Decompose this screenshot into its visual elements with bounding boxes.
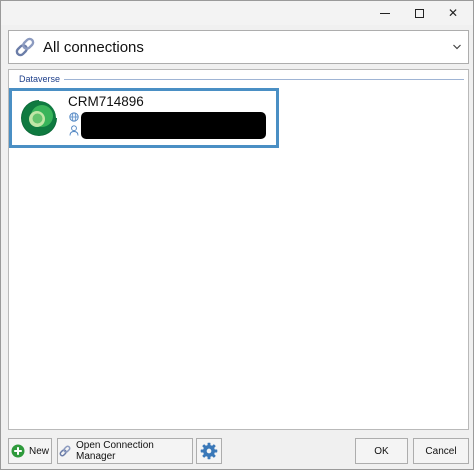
maximize-icon bbox=[414, 8, 424, 18]
new-button-label: New bbox=[28, 445, 49, 457]
link-icon bbox=[15, 37, 35, 57]
settings-button[interactable] bbox=[196, 438, 222, 464]
minimize-icon bbox=[380, 12, 390, 14]
globe-icon bbox=[69, 112, 79, 122]
connection-name: CRM714896 bbox=[68, 94, 144, 109]
ok-button-label: OK bbox=[374, 445, 389, 457]
group-label: Dataverse bbox=[19, 74, 61, 84]
close-icon: ✕ bbox=[447, 6, 459, 20]
new-connection-button[interactable]: New bbox=[8, 438, 52, 464]
connection-item[interactable]: CRM714896 bbox=[9, 88, 279, 148]
title-bar: ✕ bbox=[1, 1, 473, 25]
add-icon bbox=[11, 444, 25, 458]
cancel-button-label: Cancel bbox=[425, 445, 457, 457]
user-icon bbox=[69, 125, 79, 136]
ok-button[interactable]: OK bbox=[355, 438, 408, 464]
chevron-down-icon bbox=[453, 44, 461, 50]
cancel-button[interactable]: Cancel bbox=[413, 438, 469, 464]
redacted-connection-details bbox=[81, 112, 266, 139]
link-icon bbox=[59, 445, 71, 457]
dropdown-selected-value: All connections bbox=[43, 38, 144, 56]
group-divider bbox=[64, 79, 464, 80]
dataverse-logo bbox=[19, 98, 59, 138]
close-button[interactable]: ✕ bbox=[433, 1, 473, 25]
gear-icon bbox=[200, 442, 218, 460]
connection-selector-window: ✕ All connections Dataverse CRM714896 Ne… bbox=[0, 0, 474, 470]
connection-list[interactable]: Dataverse CRM714896 bbox=[8, 69, 469, 430]
open-connection-manager-button[interactable]: Open Connection Manager bbox=[57, 438, 193, 464]
open-connection-manager-label: Open Connection Manager bbox=[76, 440, 154, 462]
connection-filter-dropdown[interactable]: All connections bbox=[8, 30, 469, 64]
group-header: Dataverse bbox=[13, 72, 464, 86]
